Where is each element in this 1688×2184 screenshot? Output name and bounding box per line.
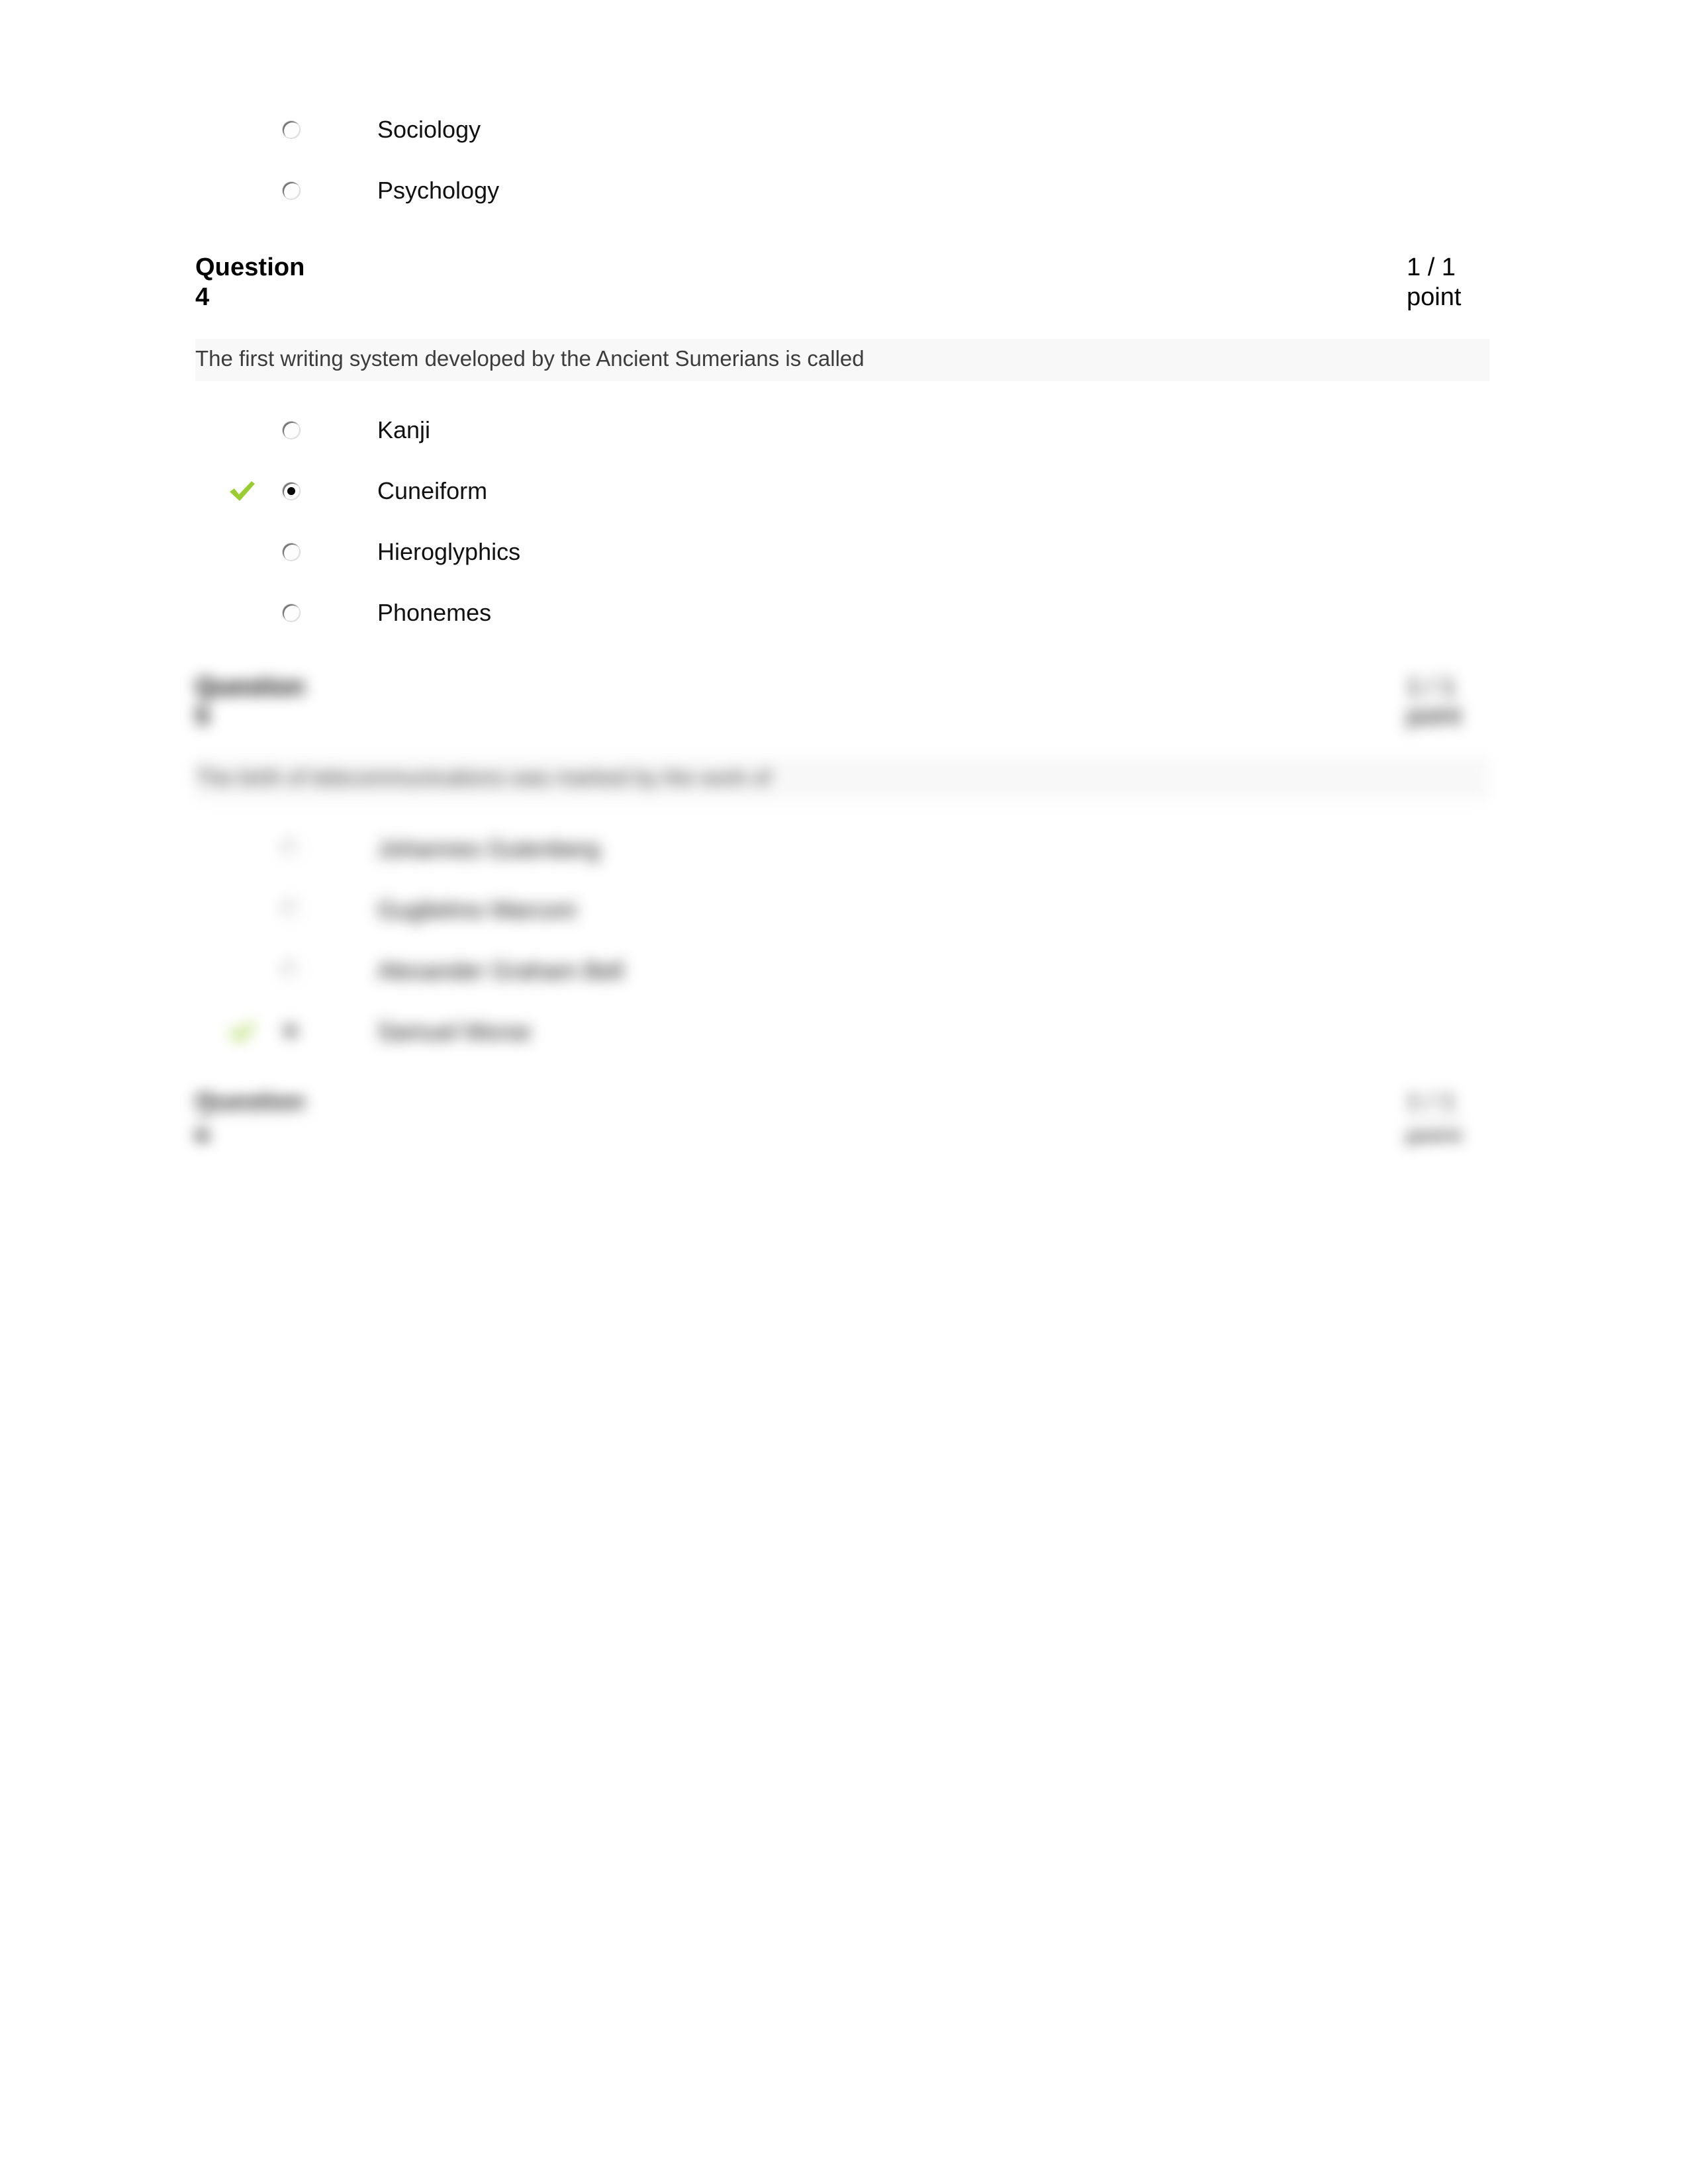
radio-button-unselected[interactable] <box>283 901 300 919</box>
answer-option-row[interactable]: Hieroglyphics <box>195 522 1493 582</box>
answer-option-label: Phonemes <box>377 598 492 626</box>
answer-option-row[interactable]: Guglielmo Marconi <box>195 880 1493 940</box>
points-value: 1 / 1 <box>1407 1089 1456 1117</box>
question-word: Question <box>195 1089 305 1117</box>
question-points: 1 / 1 point <box>1407 253 1493 312</box>
answer-option-row[interactable]: Psychology <box>195 160 1493 221</box>
points-unit: point <box>1407 283 1462 311</box>
answer-option-label: Cuneiform <box>377 477 488 504</box>
answer-option-label: Hieroglyphics <box>377 537 521 565</box>
content-column: Sociology Psychology Question 4 1 / 1 po… <box>195 0 1493 1148</box>
question-block-5: Question 5 1 / 1 point The birth of tele… <box>195 672 1493 1063</box>
answer-option-label: Johannes Gutenberg <box>377 835 600 862</box>
answer-option-label: Kanji <box>377 416 431 443</box>
quiz-review-page: Sociology Psychology Question 4 1 / 1 po… <box>0 0 1688 2184</box>
answer-option-row[interactable]: Sociology <box>195 99 1493 160</box>
answer-option-label: Guglielmo Marconi <box>377 896 577 923</box>
question-index: 5 <box>195 702 210 731</box>
points-value: 1 / 1 <box>1407 253 1456 281</box>
correct-check-icon <box>227 476 258 506</box>
points-unit: point <box>1407 1118 1462 1147</box>
question-header: Question 5 1 / 1 point <box>195 672 1493 732</box>
question-points: 1 / 1 point <box>1407 672 1493 732</box>
answer-option-label: Alexander Graham Bell <box>377 957 624 984</box>
question-prompt-text: The first writing system developed by th… <box>195 338 1489 381</box>
question-number-label: Question 6 <box>195 1089 348 1148</box>
answer-option-row[interactable]: Phonemes <box>195 582 1493 643</box>
previous-question-options: Sociology Psychology <box>195 99 1493 221</box>
answer-option-row[interactable]: Alexander Graham Bell <box>195 940 1493 1001</box>
answer-option-label: Sociology <box>377 116 481 143</box>
question-block-6: Question 6 1 / 1 point <box>195 1089 1493 1148</box>
radio-button-unselected[interactable] <box>283 543 300 561</box>
radio-button-unselected[interactable] <box>283 121 300 138</box>
question-header: Question 6 1 / 1 point <box>195 1089 1493 1148</box>
question-word: Question <box>195 253 305 281</box>
question-prompt-text: The birth of telecommunications was mark… <box>195 758 1489 800</box>
answer-option-row[interactable]: Kanji <box>195 400 1493 461</box>
points-value: 1 / 1 <box>1407 672 1456 701</box>
radio-button-selected[interactable] <box>283 482 300 500</box>
answer-options-list: Johannes Gutenberg Guglielmo Marconi Ale… <box>195 819 1493 1062</box>
radio-button-unselected[interactable] <box>283 421 300 439</box>
answer-option-row[interactable]: Cuneiform <box>195 461 1493 522</box>
answer-option-row[interactable]: Johannes Gutenberg <box>195 819 1493 880</box>
question-number-label: Question 5 <box>195 672 348 732</box>
points-unit: point <box>1407 702 1462 731</box>
answer-option-label: Psychology <box>377 177 500 204</box>
question-word: Question <box>195 672 305 701</box>
radio-button-unselected[interactable] <box>283 962 300 979</box>
radio-button-unselected[interactable] <box>283 182 300 199</box>
question-block-4: Question 4 1 / 1 point The first writing… <box>195 253 1493 643</box>
radio-button-unselected[interactable] <box>283 604 300 621</box>
question-index: 6 <box>195 1118 210 1147</box>
radio-button-selected[interactable] <box>283 1023 300 1040</box>
question-number-label: Question 4 <box>195 253 348 312</box>
answer-options-list: Kanji Cuneiform Hieroglyphics Phonemes <box>195 400 1493 643</box>
radio-button-unselected[interactable] <box>283 841 300 858</box>
answer-option-label: Samuel Morse <box>377 1018 532 1045</box>
question-header: Question 4 1 / 1 point <box>195 253 1493 312</box>
correct-check-icon <box>227 1017 258 1047</box>
answer-option-row[interactable]: Samuel Morse <box>195 1001 1493 1062</box>
question-index: 4 <box>195 283 210 311</box>
question-points: 1 / 1 point <box>1407 1089 1493 1148</box>
